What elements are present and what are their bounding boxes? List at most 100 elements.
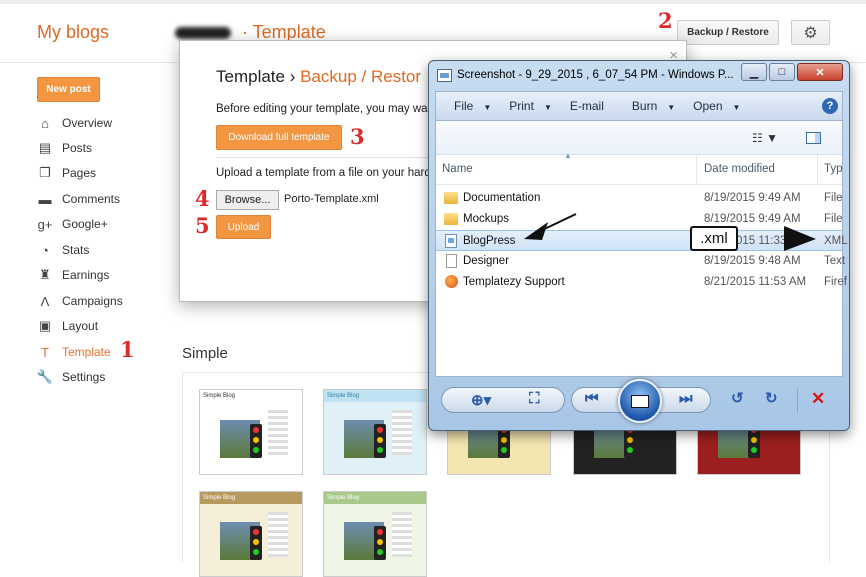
dialog-upload-text: Upload a template from a file on your ha… [216,167,441,179]
zoom-icon[interactable]: ⊕▾ [471,391,491,409]
sort-arrow-icon: ▲ [564,151,572,160]
thumb-image [374,424,386,458]
column-separator [696,155,697,185]
file-type: XML [824,235,848,247]
top-strip [0,0,866,4]
upload-button[interactable]: Upload [216,215,271,239]
sidebar-item-label: Earnings [62,268,110,282]
menu-file[interactable]: File ▼ [454,99,491,113]
file-row-selected[interactable]: BlogPress 8/19/2015 11:33 XML [436,230,848,251]
template-thumb[interactable]: Simple Blog [323,491,427,577]
zoom-group [441,387,565,413]
photo-viewer-window: Screenshot - 9_29_2015 , 6_07_54 PM - Wi… [428,60,850,431]
preview-pane-icon[interactable] [806,132,821,144]
slideshow-button[interactable] [618,379,662,423]
step-3-marker: 3 [350,124,365,149]
next-icon[interactable]: ⏭ [679,390,693,407]
column-date[interactable]: Date modified [704,163,775,175]
sidebar-item-pages[interactable]: ❐ Pages [37,163,177,183]
template-thumb[interactable]: Simple Blog [199,389,303,475]
backup-restore-button[interactable]: Backup / Restore [677,20,779,45]
view-toolbar: ☷ ▼ [436,121,842,155]
sidebar-item-earnings[interactable]: ♜ Earnings [37,265,177,285]
sidebar-item-posts[interactable]: ▤ Posts [37,138,177,158]
sidebar-item-googleplus[interactable]: g+ Google+ [37,214,177,234]
thumb-image [250,526,262,560]
settings-button[interactable]: ⚙ [791,20,830,45]
dropdown-arrow-icon: ▼ [543,103,552,112]
actual-size-icon[interactable]: ⛶ [529,390,540,407]
stats-icon: ◔ [41,242,49,258]
menu-email[interactable]: E-mail [570,99,604,113]
column-type[interactable]: Typ [824,163,843,175]
sidebar-item-label: Template [62,345,111,359]
posts-icon: ▤ [38,140,52,155]
thumb-sidebar [268,410,288,455]
sidebar-item-label: Comments [62,192,121,206]
trophy-icon: ♜ [39,267,51,282]
sidebar-item-label: Google+ [62,217,108,231]
file-name: Documentation [463,192,541,204]
browse-button[interactable]: Browse... [216,190,279,210]
dropdown-arrow-icon: ▼ [483,103,492,112]
menu-print[interactable]: Print ▼ [509,99,552,113]
googleplus-icon: g+ [37,216,53,232]
text-file-icon [446,254,457,268]
dropdown-arrow-icon: ▼ [732,103,741,112]
minimize-button[interactable]: ▁ [741,63,767,81]
rotate-left-icon[interactable]: ↺ [731,389,744,407]
sidebar-item-comments[interactable]: ▬ Comments [37,189,177,209]
file-row[interactable]: Designer 8/19/2015 9:48 AM Text [436,251,845,272]
file-type: Firef [824,276,847,288]
file-name: Templatezy Support [463,276,565,288]
new-post-button[interactable]: New post [37,77,100,102]
comments-icon: ▬ [38,191,52,207]
thumb-title: Simple Blog [203,393,236,399]
maximize-button[interactable]: □ [769,63,795,81]
previous-icon[interactable]: ⏮ [585,390,599,407]
sidebar-item-stats[interactable]: ◔ Stats [37,240,177,260]
thumb-sidebar [392,410,412,455]
sidebar-item-overview[interactable]: ⌂ Overview [37,113,177,133]
file-name: Mockups [463,213,510,225]
download-template-button[interactable]: Download full template [216,125,342,150]
menu-label: Print [509,99,534,113]
step-5-marker: 5 [195,213,210,238]
template-thumb[interactable]: Simple Blog [323,389,427,475]
template-thumb[interactable]: Simple Blog [199,491,303,577]
file-type: File [824,192,843,204]
file-row[interactable]: Documentation 8/19/2015 9:49 AM File [436,188,843,209]
sidebar-item-label: Stats [62,243,90,257]
menu-burn[interactable]: Burn ▼ [632,99,675,113]
thumb-image [250,424,262,458]
step-4-marker: 4 [195,186,210,211]
layout-icon: ▣ [38,318,52,333]
menu-label: Open [693,99,723,113]
sidebar-item-settings[interactable]: 🔧 Settings [37,367,177,387]
campaigns-icon: Λ [40,293,50,309]
dropdown-arrow-icon: ▼ [667,103,676,112]
column-separator [817,155,818,185]
sidebar-item-layout[interactable]: ▣ Layout [37,316,177,336]
sidebar-item-label: Pages [62,166,97,180]
file-row[interactable]: Templatezy Support 8/21/2015 11:53 AM Fire… [436,272,847,293]
rotate-right-icon[interactable]: ↻ [765,389,778,407]
step-2-marker: 2 [658,8,673,33]
sidebar-item-campaigns[interactable]: Λ Campaigns [37,291,177,311]
view-options-icon[interactable]: ☷ ▼ [752,131,778,145]
close-window-button[interactable]: ✕ [797,63,843,81]
file-name: BlogPress [463,235,516,247]
file-row[interactable]: Mockups 8/19/2015 9:49 AM File [436,209,843,230]
selected-file-name: Porto-Template.xml [284,193,379,205]
brand-title[interactable]: My blogs [37,22,109,43]
delete-icon[interactable]: ✕ [811,389,825,409]
sidebar-item-template[interactable]: T Template [37,342,177,362]
help-icon[interactable]: ? [822,98,838,114]
xml-file-icon [445,234,457,248]
thumb-sidebar [268,512,288,557]
menu-open[interactable]: Open ▼ [693,99,740,113]
sidebar-item-label: Posts [62,141,93,155]
file-browser: ☷ ▼ Name ▲ Date modified Typ Documentati… [435,121,848,377]
dialog-title: Template › Backup / Restor [216,67,422,86]
column-name[interactable]: Name [442,163,473,175]
